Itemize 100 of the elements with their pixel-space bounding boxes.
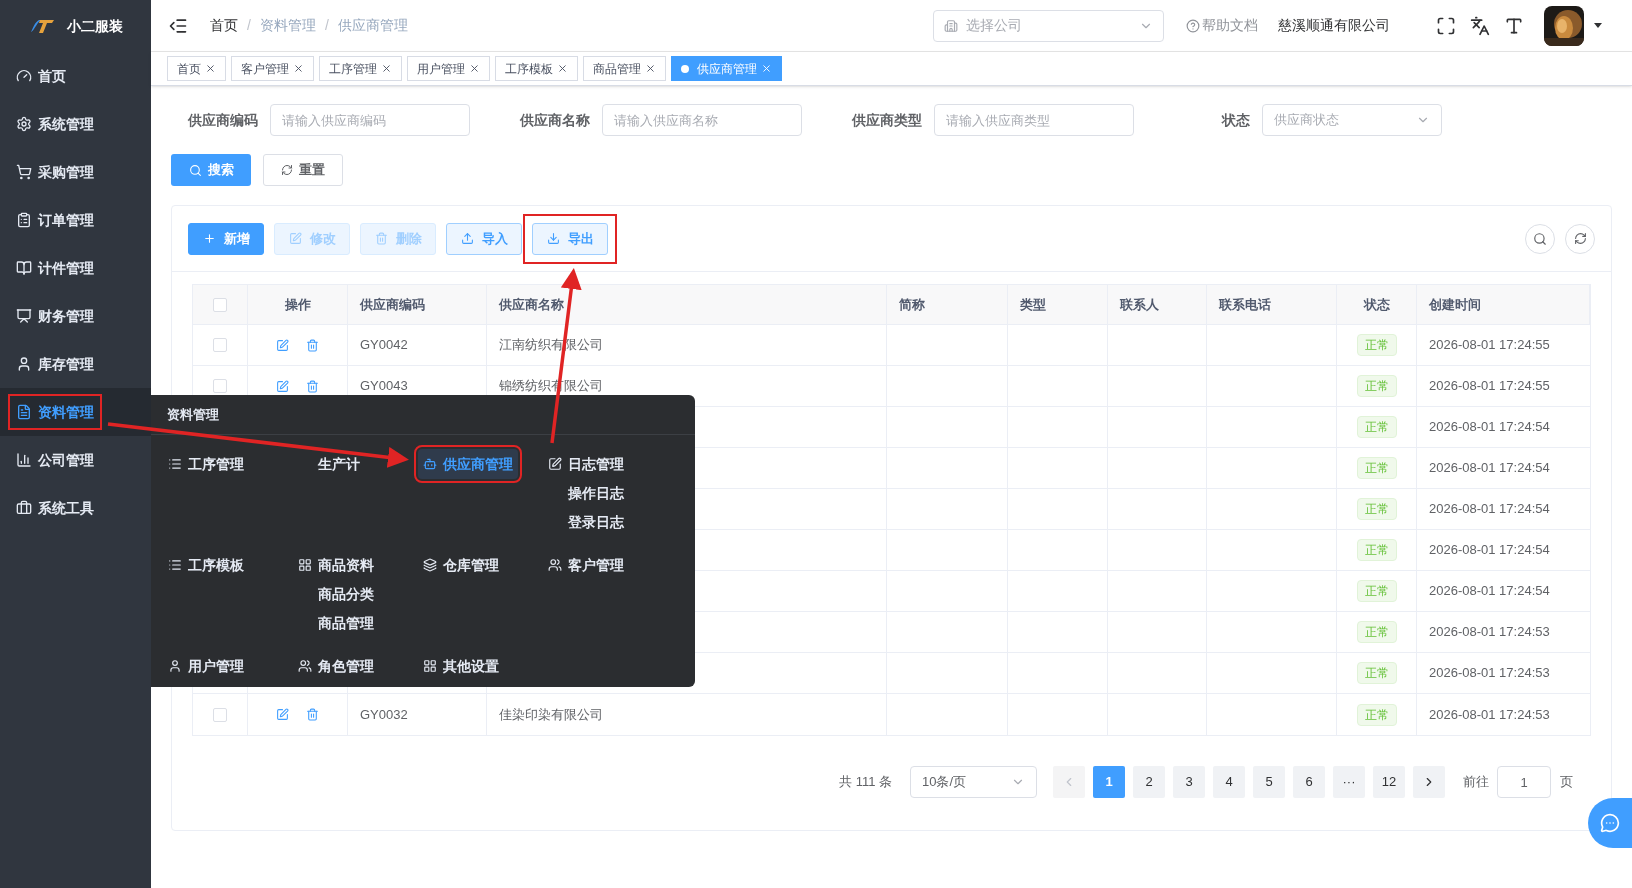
search-icon [1533, 231, 1547, 246]
page-tab[interactable]: 商品管理 [583, 56, 666, 81]
column-header: 供应商编码 [360, 295, 425, 314]
sidebar-item[interactable]: 系统工具 [10, 492, 100, 524]
close-icon[interactable] [205, 63, 216, 74]
page-button[interactable]: 5 [1253, 766, 1285, 798]
chat-button[interactable] [1588, 798, 1632, 848]
submenu-item[interactable]: 商品管理 [298, 609, 374, 638]
page-unit: 页 [1560, 773, 1573, 792]
page-button[interactable]: 2 [1133, 766, 1165, 798]
close-icon[interactable] [645, 63, 656, 74]
company-name: 慈溪顺通有限公司 [1278, 16, 1390, 35]
sidebar-item[interactable]: 采购管理 [10, 156, 100, 188]
row-checkbox[interactable] [213, 338, 227, 352]
status-tag: 正常 [1356, 580, 1397, 602]
menu-icon [168, 659, 182, 673]
submenu-item[interactable]: 工序模板 [163, 550, 249, 580]
breadcrumb-item[interactable]: 首页 [210, 15, 238, 36]
delete-icon[interactable] [306, 708, 319, 721]
next-page-button[interactable] [1413, 766, 1445, 798]
submenu-item[interactable]: 仓库管理 [418, 550, 504, 580]
page-tab[interactable]: 工序模板 [495, 56, 578, 81]
submenu-item[interactable]: 生产计 [293, 449, 365, 479]
submenu-item[interactable]: 客户管理 [543, 550, 629, 580]
table-cell-text: 2026-08-01 17:24:54 [1429, 459, 1550, 478]
page-size-select[interactable]: 10条/页 [910, 766, 1037, 798]
menu-icon [16, 452, 32, 468]
caret-icon[interactable] [1594, 23, 1602, 28]
reset-button[interactable]: 重置 [263, 154, 343, 186]
page-button[interactable]: 6 [1293, 766, 1325, 798]
submenu-item[interactable]: 商品资料 [293, 550, 379, 580]
filter-label: 供应商类型 [851, 110, 923, 130]
submenu-item[interactable]: 角色管理 [293, 651, 379, 681]
sidebar-item[interactable]: 首页 [10, 60, 72, 92]
submenu-item[interactable]: 商品分类 [298, 580, 374, 609]
menu-icon [16, 164, 32, 180]
status-tag: 正常 [1356, 703, 1397, 726]
table-cell-text: GY0043 [360, 377, 408, 396]
goto-label: 前往 [1463, 773, 1489, 792]
close-icon[interactable] [469, 63, 480, 74]
status-tag: 正常 [1356, 662, 1397, 684]
status-tag: 正常 [1356, 621, 1397, 643]
table-cell-text: 2026-08-01 17:24:54 [1429, 582, 1550, 601]
sidebar-item[interactable]: 财务管理 [10, 300, 100, 332]
submenu-item[interactable]: 其他设置 [418, 651, 504, 681]
row-checkbox[interactable] [213, 707, 227, 722]
filter-label: 供应商编码 [187, 110, 259, 130]
breadcrumb-separator: / [324, 16, 329, 35]
submenu-item[interactable]: 工序管理 [163, 449, 249, 479]
edit-icon[interactable] [276, 708, 289, 721]
page-button[interactable]: 12 [1373, 766, 1405, 798]
menu-icon [298, 558, 312, 572]
filter-field[interactable]: 请输入供应商编码 [270, 104, 470, 136]
page-button[interactable]: ··· [1333, 766, 1365, 798]
filter-field[interactable]: 请输入供应商类型 [934, 104, 1134, 136]
submenu-item[interactable]: 日志管理 [543, 449, 629, 479]
menu-icon [423, 457, 437, 471]
submenu-item[interactable]: 操作日志 [548, 479, 624, 508]
page-button[interactable]: 4 [1213, 766, 1245, 798]
fullscreen-icon[interactable] [1436, 15, 1456, 36]
table-cell-text: 2026-08-01 17:24:53 [1429, 623, 1550, 642]
row-checkbox[interactable] [213, 379, 227, 393]
filter-label: 供应商名称 [519, 110, 591, 130]
status-tag: 正常 [1356, 375, 1397, 397]
sidebar-item[interactable]: 库存管理 [10, 348, 100, 380]
status-tag: 正常 [1356, 457, 1397, 479]
page-button[interactable]: 3 [1173, 766, 1205, 798]
close-icon[interactable] [557, 63, 568, 74]
edit-icon [288, 232, 302, 245]
goto-page-field[interactable]: 1 [1497, 766, 1551, 798]
export-icon [546, 232, 560, 245]
menu-icon [548, 558, 562, 572]
menu-icon [16, 116, 32, 132]
submenu-title: 资料管理 [167, 405, 219, 424]
language-icon[interactable] [1470, 15, 1490, 36]
sidebar-item[interactable]: 公司管理 [10, 444, 100, 476]
sidebar-item[interactable]: 计件管理 [10, 252, 100, 284]
edit-icon[interactable] [276, 338, 289, 352]
page-tab[interactable]: 用户管理 [407, 56, 490, 81]
submenu-item[interactable]: 用户管理 [163, 651, 249, 681]
status-tag: 正常 [1356, 334, 1397, 356]
refresh-icon [281, 164, 293, 176]
delete-icon[interactable] [306, 338, 319, 352]
close-icon[interactable] [293, 63, 304, 74]
search-icon [188, 163, 202, 177]
menu-icon [298, 659, 312, 673]
close-icon[interactable] [381, 63, 392, 74]
column-header: 供应商名称 [499, 295, 564, 314]
select-all-checkbox[interactable] [213, 297, 227, 312]
sidebar-item[interactable]: 系统管理 [10, 108, 100, 140]
page-tab[interactable]: 首页 [167, 56, 226, 81]
filter-field[interactable]: 请输入供应商名称 [602, 104, 802, 136]
menu-icon [16, 68, 32, 84]
page-tab[interactable]: 工序管理 [319, 56, 402, 81]
page-tab[interactable]: 客户管理 [231, 56, 314, 81]
edit-icon[interactable] [276, 379, 289, 393]
delete-icon[interactable] [306, 379, 319, 393]
submenu-item[interactable]: 登录日志 [548, 508, 624, 537]
menu-icon [16, 260, 32, 276]
sidebar-item[interactable]: 订单管理 [10, 204, 100, 236]
